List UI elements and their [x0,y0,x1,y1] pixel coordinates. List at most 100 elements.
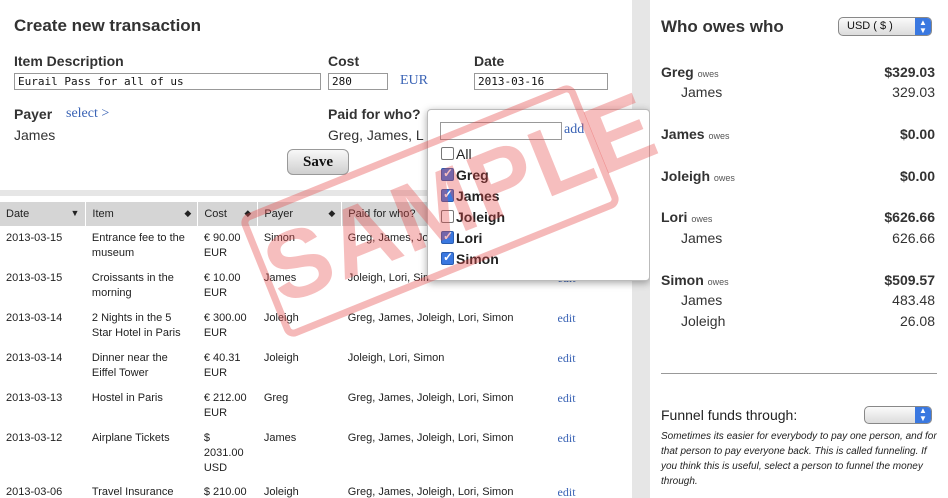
debt-name: James [681,84,723,100]
payer-select-link[interactable]: select > [66,106,109,122]
header-cost[interactable]: Cost ◆ [197,202,259,226]
create-title: Create new transaction [14,16,202,35]
checkbox-checked-icon[interactable] [441,229,454,244]
row-date: 2013-03-15 [6,272,63,284]
payer-value: James [14,127,56,143]
row-item: 2 Nights in the 5 Star Hotel in Paris [91,312,181,339]
funnel-select[interactable]: ▲ ▼ [864,406,932,424]
row-date: 2013-03-06 [6,486,63,498]
payer-label: Payer [14,106,53,122]
item-description-label: Item Description [14,53,124,69]
row-payer: James [263,272,297,284]
cost-input[interactable]: 280 [328,73,388,90]
row-paid-for: Greg, James, Joleigh, Lori, Simon [347,432,514,444]
row-payer: Joleigh [263,352,299,364]
row-item: Dinner near the Eiffel Tower [91,352,168,379]
paid-for-value: Greg, James, L [328,127,424,143]
checkbox-greg[interactable]: Greg [441,166,489,183]
edit-link[interactable]: edit [552,426,632,480]
row-cost: € 40.31 EUR [203,352,241,379]
debt-name: James [681,230,723,246]
funnel-description: Sometimes its easier for everybody to pa… [661,431,937,487]
row-item: Croissants in the morning [91,272,174,299]
paid-for-popup: add All Greg James Joleigh Lori Simon [427,109,650,281]
updown-arrows-icon: ▲ ▼ [915,18,931,35]
date-label: Date [474,53,505,69]
checkbox-checked-icon[interactable] [441,187,454,202]
row-paid-for: Greg, James, Joleigh, Lori, Simon [347,392,514,404]
checkbox-checked-icon[interactable] [441,250,454,265]
row-item: Hostel in Paris [91,392,163,404]
row-cost: $ 2031.00 USD [203,432,244,474]
header-date[interactable]: Date ▼ [0,202,87,226]
checkbox-all[interactable]: All [441,146,472,162]
debt-amount: 329.03 [892,84,935,100]
checkbox-joleigh[interactable]: Joleigh [441,209,505,225]
table-row: 2013-03-06 Travel Insurance $ 210.00 USD… [0,480,632,498]
table-row: 2013-03-12 Airplane Tickets $ 2031.00 US… [0,426,632,480]
total-james: $0.00 [899,126,935,142]
item-description-input[interactable]: Eurail Pass for all of us [14,73,321,90]
currency-select[interactable]: USD ( $ ) ▲ ▼ [838,17,932,36]
new-person-input[interactable] [440,122,562,140]
debt-amount: 626.66 [892,230,935,246]
total-lori: $626.66 [884,209,935,225]
currency-link[interactable]: EUR [400,73,428,89]
updown-arrows-icon: ▲ ▼ [915,407,931,423]
person-lori: Lori owes [661,209,713,225]
debt-amount: 483.48 [892,292,935,308]
cost-label: Cost [328,53,360,69]
row-date: 2013-03-12 [6,432,63,444]
paid-for-label: Paid for who? [328,106,421,122]
header-payer[interactable]: Payer ◆ [257,202,343,226]
row-payer: Simon [263,232,296,244]
who-owes-panel: Who owes who USD ( $ ) ▲ ▼ Greg owes $329.… [650,0,948,498]
row-cost: € 10.00 EUR [203,272,241,299]
row-cost: € 212.00 EUR [203,392,247,419]
sort-desc-icon: ▼ [70,208,80,218]
header-item[interactable]: Item ◆ [85,202,199,226]
person-james: James owes [661,126,730,142]
sort-icon: ◆ [328,208,336,218]
total-joleigh: $0.00 [899,168,935,184]
row-date: 2013-03-13 [6,392,63,404]
checkbox-icon[interactable] [441,147,454,160]
total-simon: $509.57 [884,272,935,288]
row-date: 2013-03-14 [6,312,63,324]
edit-link[interactable]: edit [552,346,632,386]
panel-divider [661,373,937,374]
total-greg: $329.03 [884,64,935,80]
debt-amount: 26.08 [899,313,935,329]
add-person-link[interactable]: add [564,122,584,138]
save-button[interactable]: Save [287,149,349,175]
funnel-label: Funnel funds through: [661,407,798,423]
date-input[interactable]: 2013-03-16 [474,73,608,90]
row-payer: Joleigh [263,486,299,498]
edit-link[interactable]: edit [552,386,632,426]
table-row: 2013-03-14 Dinner near the Eiffel Tower … [0,346,632,386]
sort-icon: ◆ [244,208,252,218]
table-row: 2013-03-13 Hostel in Paris € 212.00 EUR … [0,386,632,426]
edit-link[interactable]: edit [552,306,632,346]
checkbox-icon[interactable] [441,210,454,223]
sort-icon: ◆ [184,208,192,218]
row-cost: $ 210.00 USD [203,486,247,498]
debt-name: James [681,292,723,308]
checkbox-james[interactable]: James [441,187,500,204]
person-greg: Greg owes [661,64,719,80]
row-cost: € 90.00 EUR [203,232,241,259]
checkbox-checked-icon[interactable] [441,166,454,181]
checkbox-lori[interactable]: Lori [441,229,482,246]
person-simon: Simon owes [661,272,729,288]
row-cost: € 300.00 EUR [203,312,247,339]
table-row: 2013-03-14 2 Nights in the 5 Star Hotel … [0,306,632,346]
row-item: Airplane Tickets [91,432,170,444]
row-payer: James [263,432,297,444]
debt-name: Joleigh [681,313,726,329]
edit-link[interactable]: edit [552,480,632,498]
checkbox-simon[interactable]: Simon [441,250,499,267]
row-paid-for: Greg, James, Joleigh, Lori, Simon [347,486,514,498]
person-joleigh: Joleigh owes [661,168,735,184]
row-paid-for: Greg, James, Joleigh, Lori, Simon [347,312,514,324]
row-payer: Joleigh [263,312,299,324]
